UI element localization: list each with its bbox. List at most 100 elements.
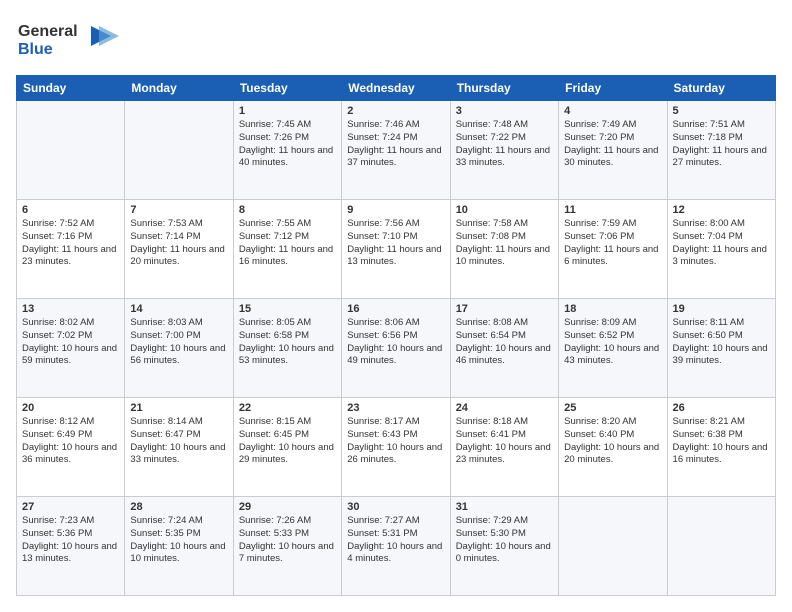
calendar-cell: 16 Sunrise: 8:06 AM Sunset: 6:56 PM Dayli… — [342, 299, 450, 398]
day-number: 9 — [347, 204, 444, 216]
day-info: Sunrise: 8:09 AM Sunset: 6:52 PM Dayligh… — [564, 317, 661, 368]
day-info: Sunrise: 7:55 AM Sunset: 7:12 PM Dayligh… — [239, 218, 336, 269]
day-number: 29 — [239, 501, 336, 513]
calendar-cell — [17, 101, 125, 200]
calendar-cell: 25Sunrise: 8:20 AM Sunset: 6:40 PM Dayli… — [559, 398, 667, 497]
day-number: 24 — [456, 402, 553, 414]
calendar-cell: 29 Sunrise: 7:26 AM Sunset: 5:33 PM Dayli… — [233, 497, 341, 596]
calendar-cell: 17 Sunrise: 8:08 AM Sunset: 6:54 PM Dayli… — [450, 299, 558, 398]
calendar-cell: 9 Sunrise: 7:56 AM Sunset: 7:10 PM Daylig… — [342, 200, 450, 299]
calendar-cell: 19Sunrise: 8:11 AM Sunset: 6:50 PM Dayli… — [667, 299, 775, 398]
day-number: 5 — [673, 105, 770, 117]
calendar-cell: 23Sunrise: 8:17 AM Sunset: 6:43 PM Dayli… — [342, 398, 450, 497]
day-number: 30 — [347, 501, 444, 513]
day-info: Sunrise: 7:45 AM Sunset: 7:26 PM Dayligh… — [239, 119, 336, 170]
day-number: 12 — [673, 204, 770, 216]
calendar-cell: 5 Sunrise: 7:51 AM Sunset: 7:18 PM Daylig… — [667, 101, 775, 200]
day-number: 8 — [239, 204, 336, 216]
day-info: Sunrise: 8:08 AM Sunset: 6:54 PM Dayligh… — [456, 317, 553, 368]
day-number: 26 — [673, 402, 770, 414]
day-info: Sunrise: 8:05 AM Sunset: 6:58 PM Dayligh… — [239, 317, 336, 368]
calendar-cell: 13 Sunrise: 8:02 AM Sunset: 7:02 PM Dayli… — [17, 299, 125, 398]
weekday-header-friday: Friday — [559, 76, 667, 101]
day-number: 14 — [130, 303, 227, 315]
svg-text:General: General — [18, 23, 78, 40]
page-header: General Blue — [16, 16, 776, 65]
day-info: Sunrise: 8:20 AM Sunset: 6:40 PM Dayligh… — [564, 416, 661, 467]
day-info: Sunrise: 7:56 AM Sunset: 7:10 PM Dayligh… — [347, 218, 444, 269]
day-number: 6 — [22, 204, 119, 216]
calendar-cell: 27 Sunrise: 7:23 AM Sunset: 5:36 PM Dayli… — [17, 497, 125, 596]
calendar-page: General Blue SundayMondayTuesdayWednesda… — [0, 0, 792, 612]
day-number: 23 — [347, 402, 444, 414]
day-number: 4 — [564, 105, 661, 117]
calendar-cell: 2 Sunrise: 7:46 AM Sunset: 7:24 PM Daylig… — [342, 101, 450, 200]
day-info: Sunrise: 7:48 AM Sunset: 7:22 PM Dayligh… — [456, 119, 553, 170]
day-number: 2 — [347, 105, 444, 117]
day-info: Sunrise: 8:02 AM Sunset: 7:02 PM Dayligh… — [22, 317, 119, 368]
day-number: 27 — [22, 501, 119, 513]
day-info: Sunrise: 7:58 AM Sunset: 7:08 PM Dayligh… — [456, 218, 553, 269]
day-number: 22 — [239, 402, 336, 414]
day-number: 18 — [564, 303, 661, 315]
day-number: 31 — [456, 501, 553, 513]
day-info: Sunrise: 7:52 AM Sunset: 7:16 PM Dayligh… — [22, 218, 119, 269]
day-number: 7 — [130, 204, 227, 216]
day-info: Sunrise: 7:26 AM Sunset: 5:33 PM Dayligh… — [239, 515, 336, 566]
calendar-cell: 14 Sunrise: 8:03 AM Sunset: 7:00 PM Dayli… — [125, 299, 233, 398]
day-info: Sunrise: 8:06 AM Sunset: 6:56 PM Dayligh… — [347, 317, 444, 368]
calendar-week-4: 20Sunrise: 8:12 AM Sunset: 6:49 PM Dayli… — [17, 398, 776, 497]
calendar-cell — [125, 101, 233, 200]
calendar-table: SundayMondayTuesdayWednesdayThursdayFrid… — [16, 75, 776, 596]
calendar-cell — [559, 497, 667, 596]
calendar-cell: 7 Sunrise: 7:53 AM Sunset: 7:14 PM Daylig… — [125, 200, 233, 299]
calendar-cell: 10 Sunrise: 7:58 AM Sunset: 7:08 PM Dayli… — [450, 200, 558, 299]
day-number: 17 — [456, 303, 553, 315]
day-info: Sunrise: 7:24 AM Sunset: 5:35 PM Dayligh… — [130, 515, 227, 566]
calendar-week-3: 13 Sunrise: 8:02 AM Sunset: 7:02 PM Dayli… — [17, 299, 776, 398]
logo-text: General Blue — [16, 16, 126, 65]
day-info: Sunrise: 7:53 AM Sunset: 7:14 PM Dayligh… — [130, 218, 227, 269]
day-number: 13 — [22, 303, 119, 315]
weekday-header-row: SundayMondayTuesdayWednesdayThursdayFrid… — [17, 76, 776, 101]
calendar-cell — [667, 497, 775, 596]
calendar-cell: 15Sunrise: 8:05 AM Sunset: 6:58 PM Dayli… — [233, 299, 341, 398]
day-number: 21 — [130, 402, 227, 414]
day-info: Sunrise: 8:15 AM Sunset: 6:45 PM Dayligh… — [239, 416, 336, 467]
day-info: Sunrise: 8:00 AM Sunset: 7:04 PM Dayligh… — [673, 218, 770, 269]
calendar-cell: 18 Sunrise: 8:09 AM Sunset: 6:52 PM Dayli… — [559, 299, 667, 398]
day-info: Sunrise: 7:51 AM Sunset: 7:18 PM Dayligh… — [673, 119, 770, 170]
calendar-cell: 31Sunrise: 7:29 AM Sunset: 5:30 PM Dayli… — [450, 497, 558, 596]
calendar-cell: 21 Sunrise: 8:14 AM Sunset: 6:47 PM Dayli… — [125, 398, 233, 497]
calendar-cell: 22 Sunrise: 8:15 AM Sunset: 6:45 PM Dayli… — [233, 398, 341, 497]
day-number: 11 — [564, 204, 661, 216]
weekday-header-tuesday: Tuesday — [233, 76, 341, 101]
calendar-week-2: 6 Sunrise: 7:52 AM Sunset: 7:16 PM Daylig… — [17, 200, 776, 299]
day-info: Sunrise: 8:21 AM Sunset: 6:38 PM Dayligh… — [673, 416, 770, 467]
day-info: Sunrise: 7:59 AM Sunset: 7:06 PM Dayligh… — [564, 218, 661, 269]
calendar-week-1: 1 Sunrise: 7:45 AM Sunset: 7:26 PM Daylig… — [17, 101, 776, 200]
calendar-week-5: 27 Sunrise: 7:23 AM Sunset: 5:36 PM Dayli… — [17, 497, 776, 596]
day-number: 1 — [239, 105, 336, 117]
day-info: Sunrise: 8:03 AM Sunset: 7:00 PM Dayligh… — [130, 317, 227, 368]
day-info: Sunrise: 8:12 AM Sunset: 6:49 PM Dayligh… — [22, 416, 119, 467]
day-info: Sunrise: 7:23 AM Sunset: 5:36 PM Dayligh… — [22, 515, 119, 566]
day-number: 19 — [673, 303, 770, 315]
day-info: Sunrise: 8:18 AM Sunset: 6:41 PM Dayligh… — [456, 416, 553, 467]
calendar-cell: 6 Sunrise: 7:52 AM Sunset: 7:16 PM Daylig… — [17, 200, 125, 299]
day-number: 10 — [456, 204, 553, 216]
day-info: Sunrise: 7:46 AM Sunset: 7:24 PM Dayligh… — [347, 119, 444, 170]
day-number: 3 — [456, 105, 553, 117]
calendar-cell: 1 Sunrise: 7:45 AM Sunset: 7:26 PM Daylig… — [233, 101, 341, 200]
svg-text:Blue: Blue — [18, 41, 53, 58]
calendar-cell: 3 Sunrise: 7:48 AM Sunset: 7:22 PM Daylig… — [450, 101, 558, 200]
calendar-cell: 8 Sunrise: 7:55 AM Sunset: 7:12 PM Daylig… — [233, 200, 341, 299]
day-info: Sunrise: 7:27 AM Sunset: 5:31 PM Dayligh… — [347, 515, 444, 566]
calendar-cell: 12 Sunrise: 8:00 AM Sunset: 7:04 PM Dayli… — [667, 200, 775, 299]
weekday-header-sunday: Sunday — [17, 76, 125, 101]
day-number: 16 — [347, 303, 444, 315]
weekday-header-saturday: Saturday — [667, 76, 775, 101]
calendar-cell: 20Sunrise: 8:12 AM Sunset: 6:49 PM Dayli… — [17, 398, 125, 497]
weekday-header-thursday: Thursday — [450, 76, 558, 101]
day-info: Sunrise: 8:14 AM Sunset: 6:47 PM Dayligh… — [130, 416, 227, 467]
